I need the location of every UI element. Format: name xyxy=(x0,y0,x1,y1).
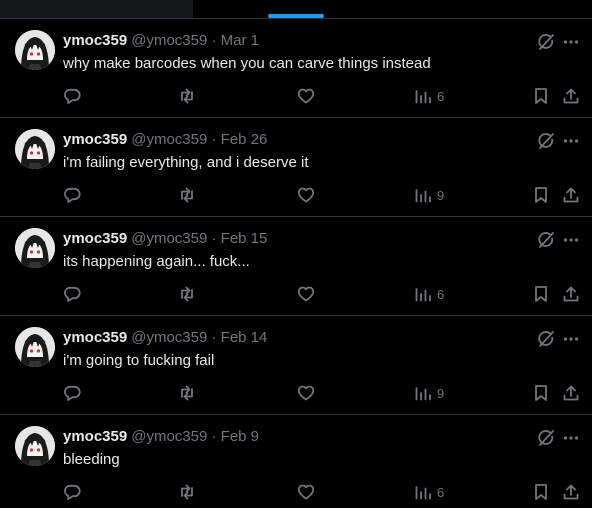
post[interactable]: ymoc359 @ymoc359 · Feb 15 its happening a… xyxy=(0,217,592,316)
bookmark-icon[interactable] xyxy=(532,481,550,503)
grok-icon[interactable] xyxy=(536,329,556,349)
views-count: 6 xyxy=(437,88,445,104)
views-count: 6 xyxy=(437,484,445,500)
share-icon[interactable] xyxy=(562,85,580,107)
action-bar: 6 xyxy=(0,85,592,107)
views-button[interactable]: 6 xyxy=(414,481,444,503)
views-button[interactable]: 6 xyxy=(414,283,444,305)
views-button[interactable]: 9 xyxy=(414,184,444,206)
heart-icon[interactable] xyxy=(297,184,315,206)
active-tab-indicator xyxy=(268,14,324,18)
more-dots-icon[interactable] xyxy=(561,32,581,52)
avatar[interactable] xyxy=(15,228,55,268)
repost-icon[interactable] xyxy=(178,85,196,107)
grok-icon[interactable] xyxy=(536,230,556,250)
bookmark-icon[interactable] xyxy=(532,184,550,206)
post-header: ymoc359 @ymoc359 · Feb 26 xyxy=(63,131,267,149)
post-header: ymoc359 @ymoc359 · Mar 1 xyxy=(63,32,259,50)
separator-dot: · xyxy=(211,329,217,346)
views-chart-icon xyxy=(415,288,431,302)
post-text: bleeding xyxy=(63,451,120,468)
reply-icon[interactable] xyxy=(63,85,81,107)
display-name[interactable]: ymoc359 xyxy=(63,428,127,445)
post-header: ymoc359 @ymoc359 · Feb 15 xyxy=(63,230,267,248)
post-date[interactable]: Feb 9 xyxy=(221,428,259,445)
bookmark-icon[interactable] xyxy=(532,85,550,107)
post-text: i'm going to fucking fail xyxy=(63,352,215,369)
action-bar: 6 xyxy=(0,481,592,503)
views-button[interactable]: 9 xyxy=(414,382,444,404)
share-icon[interactable] xyxy=(562,382,580,404)
grok-icon[interactable] xyxy=(536,428,556,448)
top-tab-bar xyxy=(0,0,592,19)
post-header: ymoc359 @ymoc359 · Feb 9 xyxy=(63,428,259,446)
views-chart-icon xyxy=(415,189,431,203)
share-icon[interactable] xyxy=(562,184,580,206)
views-count: 9 xyxy=(437,187,445,203)
post[interactable]: ymoc359 @ymoc359 · Feb 9 bleeding 6 xyxy=(0,415,592,508)
bookmark-icon[interactable] xyxy=(532,283,550,305)
tab-previous[interactable] xyxy=(0,0,193,18)
reply-icon[interactable] xyxy=(63,283,81,305)
more-dots-icon[interactable] xyxy=(561,131,581,151)
separator-dot: · xyxy=(211,131,217,148)
share-icon[interactable] xyxy=(562,481,580,503)
more-dots-icon[interactable] xyxy=(561,428,581,448)
views-chart-icon xyxy=(415,387,431,401)
post-date[interactable]: Mar 1 xyxy=(221,32,259,49)
post[interactable]: ymoc359 @ymoc359 · Mar 1 why make barcode… xyxy=(0,19,592,118)
action-bar: 9 xyxy=(0,382,592,404)
separator-dot: · xyxy=(211,428,217,445)
views-count: 9 xyxy=(437,385,445,401)
heart-icon[interactable] xyxy=(297,481,315,503)
repost-icon[interactable] xyxy=(178,481,196,503)
avatar[interactable] xyxy=(15,426,55,466)
post-date[interactable]: Feb 26 xyxy=(221,131,268,148)
reply-icon[interactable] xyxy=(63,382,81,404)
more-dots-icon[interactable] xyxy=(561,329,581,349)
display-name[interactable]: ymoc359 xyxy=(63,32,127,49)
post-text: why make barcodes when you can carve thi… xyxy=(63,55,431,72)
views-chart-icon xyxy=(415,90,431,104)
post[interactable]: ymoc359 @ymoc359 · Feb 26 i'm failing eve… xyxy=(0,118,592,217)
views-button[interactable]: 6 xyxy=(414,85,444,107)
post-feed: ymoc359 @ymoc359 · Mar 1 why make barcode… xyxy=(0,19,592,508)
heart-icon[interactable] xyxy=(297,382,315,404)
display-name[interactable]: ymoc359 xyxy=(63,329,127,346)
grok-icon[interactable] xyxy=(536,131,556,151)
share-icon[interactable] xyxy=(562,283,580,305)
user-handle[interactable]: @ymoc359 xyxy=(131,230,207,247)
avatar[interactable] xyxy=(15,129,55,169)
separator-dot: · xyxy=(211,32,217,49)
display-name[interactable]: ymoc359 xyxy=(63,131,127,148)
reply-icon[interactable] xyxy=(63,184,81,206)
post-header: ymoc359 @ymoc359 · Feb 14 xyxy=(63,329,267,347)
repost-icon[interactable] xyxy=(178,283,196,305)
grok-icon[interactable] xyxy=(536,32,556,52)
repost-icon[interactable] xyxy=(178,382,196,404)
action-bar: 6 xyxy=(0,283,592,305)
user-handle[interactable]: @ymoc359 xyxy=(131,428,207,445)
views-chart-icon xyxy=(415,486,431,500)
views-count: 6 xyxy=(437,286,445,302)
post[interactable]: ymoc359 @ymoc359 · Feb 14 i'm going to fu… xyxy=(0,316,592,415)
repost-icon[interactable] xyxy=(178,184,196,206)
bookmark-icon[interactable] xyxy=(532,382,550,404)
post-date[interactable]: Feb 14 xyxy=(221,329,268,346)
post-text: its happening again... fuck... xyxy=(63,253,250,270)
avatar[interactable] xyxy=(15,30,55,70)
avatar[interactable] xyxy=(15,327,55,367)
user-handle[interactable]: @ymoc359 xyxy=(131,329,207,346)
heart-icon[interactable] xyxy=(297,85,315,107)
more-dots-icon[interactable] xyxy=(561,230,581,250)
post-text: i'm failing everything, and i deserve it xyxy=(63,154,309,171)
separator-dot: · xyxy=(211,230,217,247)
user-handle[interactable]: @ymoc359 xyxy=(131,32,207,49)
heart-icon[interactable] xyxy=(297,283,315,305)
display-name[interactable]: ymoc359 xyxy=(63,230,127,247)
post-date[interactable]: Feb 15 xyxy=(221,230,268,247)
action-bar: 9 xyxy=(0,184,592,206)
reply-icon[interactable] xyxy=(63,481,81,503)
user-handle[interactable]: @ymoc359 xyxy=(131,131,207,148)
